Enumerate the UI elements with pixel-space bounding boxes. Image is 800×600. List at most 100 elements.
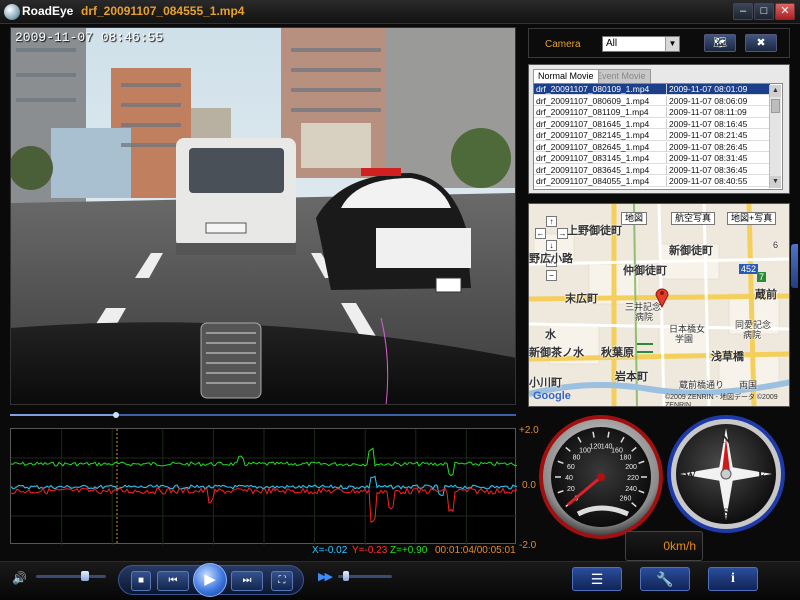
graph-tick-min: -2.0: [519, 540, 537, 551]
file-name: drf_20091107_083145_1.mp4: [536, 153, 650, 163]
map-label: 浅草橋: [711, 351, 744, 363]
file-name: drf_20091107_083645_1.mp4: [536, 164, 650, 175]
g-sensor-graph[interactable]: [10, 428, 517, 545]
settings-button[interactable]: 🔧: [640, 567, 690, 591]
speed-tick-label: 20: [567, 486, 575, 493]
file-row[interactable]: drf_20091107_081645_1.mp4 2009-11-07 08:1…: [534, 118, 770, 130]
minimize-button[interactable]: –: [733, 3, 753, 20]
scroll-thumb[interactable]: [771, 99, 780, 113]
pan-left-icon[interactable]: ←: [535, 228, 546, 239]
file-name: drf_20091107_081645_1.mp4: [536, 118, 650, 129]
hybrid-mode-button[interactable]: 地図+写真: [727, 212, 777, 225]
delete-file-button[interactable]: ✖: [745, 34, 777, 52]
route-shield: 452: [739, 264, 759, 274]
tab-event-movie[interactable]: Event Movie: [591, 69, 651, 83]
playback-time: 00:01:04/00:05:01: [435, 545, 516, 556]
zoom-out-icon[interactable]: −: [546, 270, 557, 281]
tab-normal-movie[interactable]: Normal Movie: [533, 69, 599, 83]
map-mode-button[interactable]: 地図: [621, 212, 648, 225]
file-list-panel: Normal Movie Event Movie drf_20091107_08…: [528, 64, 790, 194]
speed-value: 0km/h: [663, 539, 696, 553]
map-label: 学園: [675, 334, 694, 344]
speed-tick-label: 240: [625, 486, 637, 493]
volume-thumb[interactable]: [81, 571, 89, 581]
seek-slider[interactable]: [10, 412, 516, 418]
speed-tick-label: 120: [590, 443, 602, 450]
list-scrollbar[interactable]: ▲ ▼: [769, 85, 781, 188]
camera-label: Camera: [545, 39, 581, 50]
next-button[interactable]: ⏭: [231, 571, 263, 591]
compass-south: S: [723, 505, 730, 519]
camera-select[interactable]: All ▼: [602, 36, 680, 52]
playback-speed-thumb[interactable]: [343, 571, 350, 581]
map-label: 岩本町: [615, 371, 648, 383]
close-button[interactable]: ✕: [775, 3, 795, 20]
file-list[interactable]: drf_20091107_080109_1.mp4 2009-11-07 08:0…: [533, 83, 783, 190]
map-label: 水: [545, 329, 556, 341]
file-row[interactable]: drf_20091107_083645_1.mp4 2009-11-07 08:3…: [534, 164, 770, 176]
file-name: drf_20091107_080109_1.mp4: [536, 84, 650, 94]
file-row[interactable]: drf_20091107_080609_1.mp4 2009-11-07 08:0…: [534, 95, 770, 107]
camera-select-value: All: [606, 38, 618, 49]
scroll-down-icon[interactable]: ▼: [770, 176, 781, 188]
maximize-button[interactable]: □: [754, 3, 774, 20]
speed-tick-label: 180: [620, 454, 632, 461]
file-date: 2009-11-07 08:26:45: [666, 141, 747, 152]
stop-button[interactable]: ■: [131, 571, 151, 591]
info-button[interactable]: i: [708, 567, 758, 591]
speed-tick: [607, 431, 610, 438]
save-map-icon: 🗺: [713, 37, 727, 49]
map-label: 病院: [635, 312, 654, 322]
file-date: 2009-11-07 08:16:45: [666, 118, 747, 129]
delete-icon: ✖: [756, 37, 766, 49]
app-name: RoadEye: [22, 4, 74, 18]
chevron-down-icon[interactable]: ▼: [665, 37, 679, 51]
video-view[interactable]: 2009-11-07 08:46:55: [10, 27, 516, 405]
file-row[interactable]: drf_20091107_082145_1.mp4 2009-11-07 08:2…: [534, 130, 770, 141]
export-map-button[interactable]: 🗺: [704, 34, 736, 52]
map-view[interactable]: 地図 航空写真 地図+写真 ↑ ← → ↓ + − 上野御徒町 新御徒町 野広小…: [528, 203, 790, 407]
file-date: 2009-11-07 08:21:45: [666, 130, 747, 140]
pan-up-icon[interactable]: ↑: [546, 216, 557, 227]
y-axis-readout: Y=-0.23: [352, 545, 388, 556]
volume-track[interactable]: [36, 575, 106, 578]
file-row[interactable]: drf_20091107_084055_1.mp4 2009-11-07 08:4…: [534, 176, 770, 187]
seek-thumb[interactable]: [113, 412, 120, 418]
convenience-store-icon: 7: [757, 272, 767, 282]
file-row[interactable]: drf_20091107_083145_1.mp4 2009-11-07 08:3…: [534, 153, 770, 164]
file-list-button[interactable]: ☰: [572, 567, 622, 591]
speed-tick-label: 80: [573, 454, 581, 461]
scroll-up-icon[interactable]: ▲: [770, 85, 781, 97]
dashcam-scene: [11, 28, 515, 404]
google-logo: Google: [533, 390, 571, 402]
file-name: drf_20091107_080609_1.mp4: [536, 95, 650, 106]
compass-west: W: [684, 468, 696, 482]
previous-button[interactable]: ⏮: [157, 571, 189, 591]
route-shield: 6: [773, 240, 779, 250]
aerial-mode-button[interactable]: 航空写真: [671, 212, 716, 225]
current-file-name: drf_20091107_084555_1.mp4: [81, 4, 245, 18]
speedometer: 020406080100120140160180200220240260: [539, 415, 663, 539]
speed-tick-label: 260: [620, 496, 632, 503]
file-row[interactable]: drf_20091107_081109_1.mp4 2009-11-07 08:1…: [534, 107, 770, 118]
speed-tick-label: 40: [565, 475, 573, 482]
map-label: 上野御徒町: [567, 225, 622, 237]
map-label: 新御茶ノ水: [529, 347, 584, 359]
file-name: drf_20091107_082145_1.mp4: [536, 130, 650, 140]
video-timestamp: 2009-11-07 08:46:55: [15, 30, 164, 45]
map-label: 両国: [739, 380, 758, 390]
file-date: 2009-11-07 08:36:45: [666, 164, 747, 175]
speaker-icon[interactable]: 🔊: [12, 571, 27, 585]
map-label: 小川町: [529, 377, 562, 389]
map-label: 野広小路: [529, 253, 573, 265]
speed-display: 0km/h: [625, 531, 703, 561]
map-label: 蔵前: [755, 289, 777, 301]
side-panel-toggle[interactable]: [791, 244, 798, 288]
file-row[interactable]: drf_20091107_080109_1.mp4 2009-11-07 08:0…: [534, 84, 770, 95]
file-row[interactable]: drf_20091107_082645_1.mp4 2009-11-07 08:2…: [534, 141, 770, 153]
play-button[interactable]: ▶: [193, 563, 227, 597]
fullscreen-button[interactable]: ⛶: [271, 571, 293, 591]
app-logo-icon: [4, 4, 20, 20]
file-name: drf_20091107_084055_1.mp4: [536, 176, 650, 186]
roadeye-window: RoadEye drf_20091107_084555_1.mp4 – □ ✕: [0, 0, 800, 600]
